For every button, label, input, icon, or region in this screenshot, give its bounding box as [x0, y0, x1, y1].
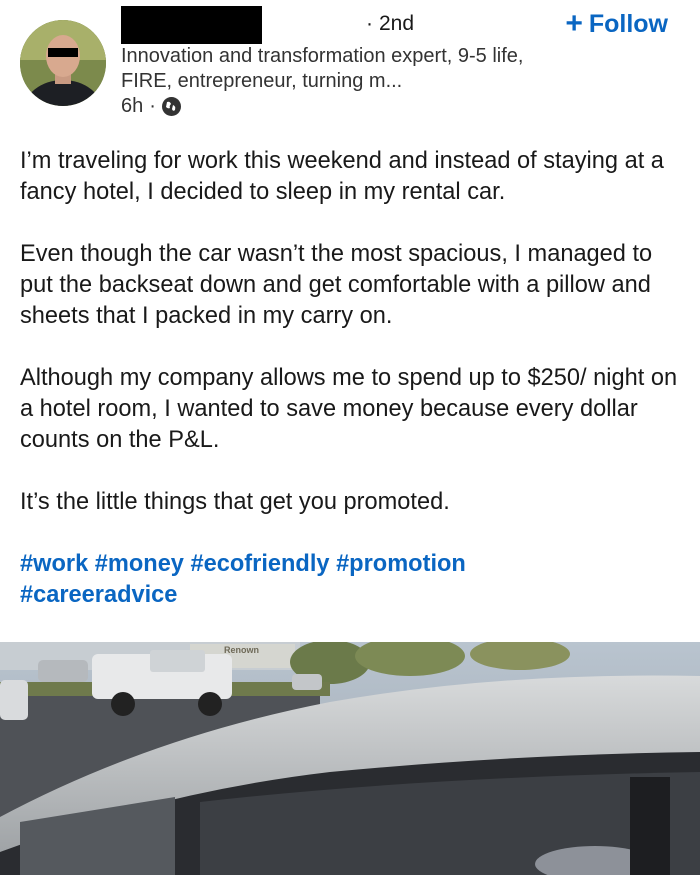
post-time: 6h	[121, 95, 144, 117]
post-meta: 6h ·	[121, 95, 181, 118]
hashtag-link[interactable]: #promotion	[336, 551, 466, 577]
post-paragraph: It’s the little things that get you prom…	[20, 489, 450, 515]
hashtag-link[interactable]: #ecofriendly	[191, 551, 330, 577]
linkedin-post: · 2nd + Follow Innovation and transformat…	[0, 0, 700, 875]
globe-icon	[161, 97, 181, 116]
post-body: I’m traveling for work this weekend and …	[20, 146, 685, 611]
hashtag-link[interactable]: #work	[20, 551, 88, 577]
store-sign-text: Renown	[224, 645, 259, 655]
post-paragraph: I’m traveling for work this weekend and …	[20, 148, 664, 205]
author-avatar[interactable]	[20, 20, 106, 106]
post-paragraph: Although my company allows me to spend u…	[20, 365, 678, 453]
hashtag-link[interactable]: #money	[95, 551, 184, 577]
meta-separator: ·	[149, 95, 156, 117]
hashtag-list: #work #money #ecofriendly #promotion #ca…	[20, 549, 685, 611]
author-name-redacted[interactable]	[121, 6, 262, 44]
connection-degree: · 2nd	[366, 12, 415, 35]
plus-icon: +	[565, 6, 583, 40]
author-headline: Innovation and transformation expert, 9-…	[121, 45, 524, 92]
post-image[interactable]: Renown	[0, 642, 700, 875]
follow-label: Follow	[588, 10, 668, 38]
post-paragraph: Even though the car wasn’t the most spac…	[20, 241, 653, 329]
hashtag-link[interactable]: #careeradvice	[20, 582, 177, 608]
follow-button[interactable]: + Follow	[565, 6, 668, 40]
